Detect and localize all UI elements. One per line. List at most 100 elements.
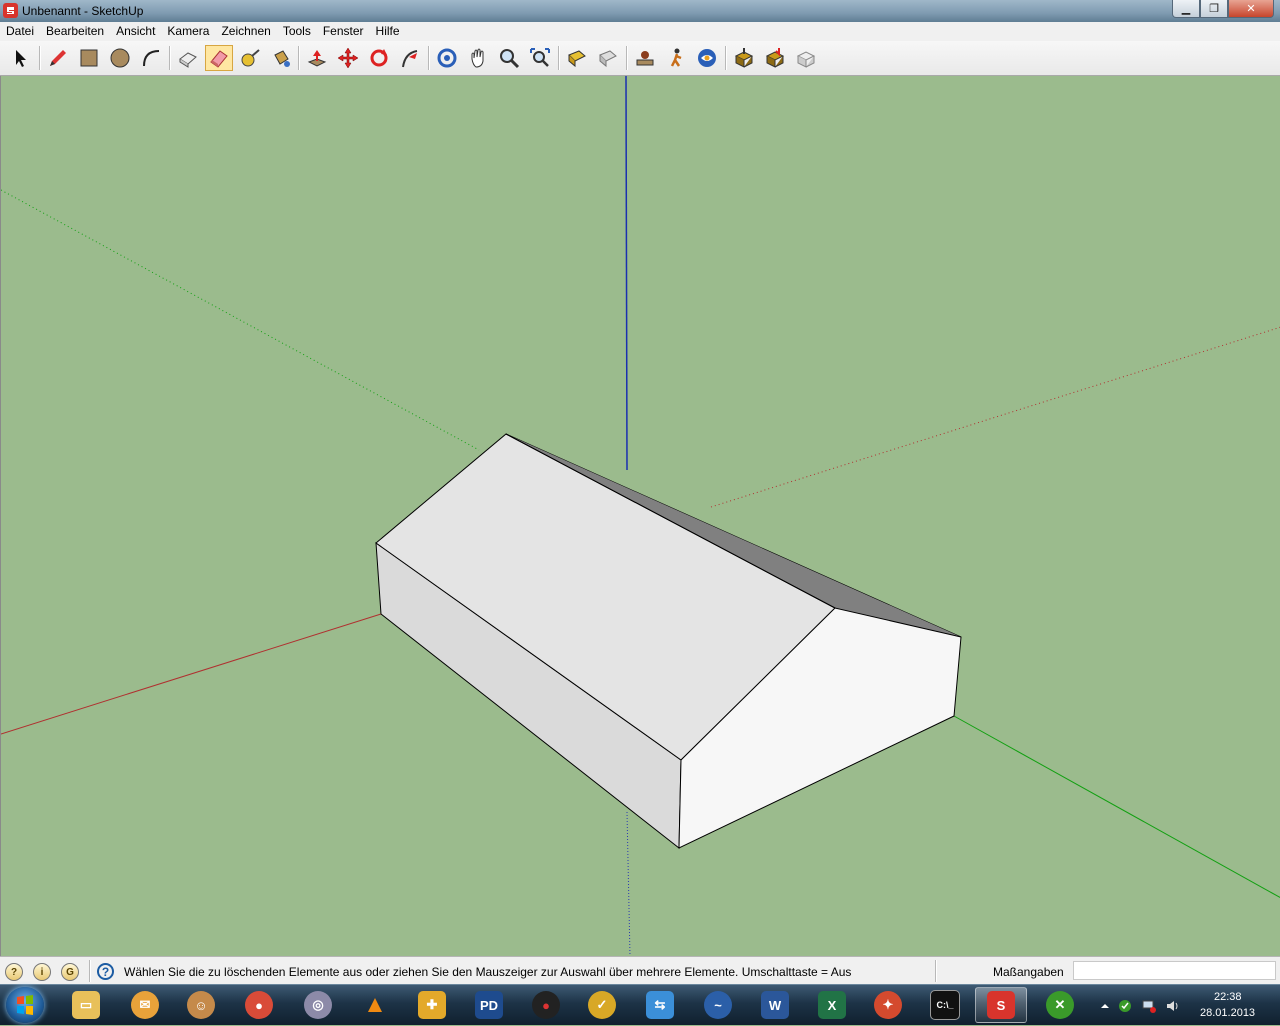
blue-axis-negative: [626, 811, 631, 956]
circle-tool-icon[interactable]: [106, 45, 134, 71]
taskbar-powerdvd[interactable]: PD: [463, 987, 515, 1023]
taskbar-thunderbird[interactable]: ✉: [119, 987, 171, 1023]
instructor-help-icon[interactable]: ?: [97, 963, 114, 980]
taskbar-excel[interactable]: X: [806, 987, 858, 1023]
taskbar-sketchup[interactable]: S: [975, 987, 1027, 1023]
walk-tool-icon[interactable]: [662, 45, 690, 71]
geo-location-icon[interactable]: ?: [5, 963, 23, 981]
rotate-tool-icon[interactable]: [365, 45, 393, 71]
gimp-icon: ☺: [187, 991, 215, 1019]
restore-button[interactable]: ❐: [1200, 0, 1228, 18]
blue-axis: [625, 76, 628, 471]
taskbar-dvd[interactable]: ◎: [292, 987, 344, 1023]
status-bar: ? i G ? Wählen Sie die zu löschenden Ele…: [0, 956, 1280, 985]
pan-tool-icon[interactable]: [464, 45, 492, 71]
eraser-tool-icon[interactable]: [205, 45, 233, 71]
toolbar: [0, 41, 1280, 76]
title-bar: Unbenannt - SketchUp ▁ ❐ ✕: [0, 0, 1280, 23]
status-message: Wählen Sie die zu löschenden Elemente au…: [124, 965, 852, 979]
push-pull-tool-icon[interactable]: [303, 45, 331, 71]
taskbar-vlc[interactable]: ▲: [349, 987, 401, 1023]
move-tool-icon[interactable]: [334, 45, 362, 71]
select-tool-icon[interactable]: [6, 45, 34, 71]
menu-fenster[interactable]: Fenster: [317, 22, 370, 41]
excel-icon: X: [818, 991, 846, 1019]
google-signin-icon[interactable]: G: [61, 963, 79, 981]
fox-icon: ✦: [874, 991, 902, 1019]
puzzle-icon: ✚: [418, 991, 446, 1019]
menu-hilfe[interactable]: Hilfe: [370, 22, 406, 41]
security-icon[interactable]: [1118, 999, 1132, 1013]
position-camera-icon[interactable]: [631, 45, 659, 71]
arc-tool-icon[interactable]: [137, 45, 165, 71]
green-axis-negative: [1, 189, 480, 451]
minimize-button[interactable]: ▁: [1172, 0, 1200, 18]
red-axis-negative: [710, 326, 1280, 508]
measurements-label: Maßangaben: [993, 965, 1064, 979]
menu-bearbeiten[interactable]: Bearbeiten: [40, 22, 110, 41]
zoom-extents-tool-icon[interactable]: [526, 45, 554, 71]
taskbar-chrome[interactable]: ●: [233, 987, 285, 1023]
dvd-icon: ◎: [304, 991, 332, 1019]
next-view-icon[interactable]: [594, 45, 622, 71]
clock-date[interactable]: 28.01.2013: [1200, 1007, 1255, 1019]
taskbar-radio[interactable]: ●: [520, 987, 572, 1023]
look-around-icon[interactable]: [693, 45, 721, 71]
volume-icon[interactable]: [1166, 999, 1180, 1013]
close-button[interactable]: ✕: [1228, 0, 1274, 18]
green-axis: [953, 715, 1280, 899]
menu-zeichnen[interactable]: Zeichnen: [215, 22, 276, 41]
vlc-icon: ▲: [363, 991, 387, 1018]
menu-bar: Datei Bearbeiten Ansicht Kamera Zeichnen…: [0, 22, 1280, 41]
orbit-tool-icon[interactable]: [433, 45, 461, 71]
chrome-icon: ●: [245, 991, 273, 1019]
thunderbird-icon: ✉: [131, 991, 159, 1019]
show-hidden-icons-icon[interactable]: [1098, 999, 1112, 1013]
menu-kamera[interactable]: Kamera: [161, 22, 215, 41]
zoom-tool-icon[interactable]: [495, 45, 523, 71]
menu-ansicht[interactable]: Ansicht: [110, 22, 161, 41]
menu-tools[interactable]: Tools: [277, 22, 317, 41]
measurements-input[interactable]: [1073, 961, 1276, 980]
previous-view-icon[interactable]: [563, 45, 591, 71]
tape-measure-tool-icon[interactable]: [236, 45, 264, 71]
clock-time[interactable]: 22:38: [1214, 991, 1242, 1003]
windows-taskbar: ▭ ✉ ☺ ● ◎ ▲ ✚ PD ● ✓ ⇆ ~ W X ✦ C:\_ S ✕ …: [0, 984, 1280, 1025]
powerdvd-icon: PD: [475, 991, 503, 1019]
cmd-icon: C:\_: [930, 990, 960, 1020]
word-icon: W: [761, 991, 789, 1019]
windows-logo-icon: [17, 995, 33, 1015]
explorer-icon: ▭: [72, 991, 100, 1019]
menu-datei[interactable]: Datei: [0, 22, 40, 41]
get-models-icon[interactable]: [730, 45, 758, 71]
paint-bucket-tool-icon[interactable]: [267, 45, 295, 71]
make-component-icon[interactable]: [174, 45, 202, 71]
start-button[interactable]: [6, 987, 44, 1023]
share-icon: ⇆: [646, 991, 674, 1019]
share-model-icon[interactable]: [761, 45, 789, 71]
rectangle-tool-icon[interactable]: [75, 45, 103, 71]
model-canvas[interactable]: [1, 76, 1280, 956]
sketchup-app-icon: [3, 3, 18, 18]
taskbar-explorer[interactable]: ▭: [60, 987, 112, 1023]
follow-me-tool-icon[interactable]: [396, 45, 424, 71]
taskbar-puzzle[interactable]: ✚: [406, 987, 458, 1023]
norton-icon: ✓: [588, 991, 616, 1019]
taskbar-fox[interactable]: ✦: [862, 987, 914, 1023]
taskbar-word[interactable]: W: [749, 987, 801, 1023]
red-axis: [1, 613, 382, 735]
taskbar-xbox[interactable]: ✕: [1034, 987, 1086, 1023]
system-tray: [1094, 985, 1280, 1025]
taskbar-cmd[interactable]: C:\_: [919, 987, 971, 1023]
taskbar-norton[interactable]: ✓: [576, 987, 628, 1023]
line-pencil-tool-icon[interactable]: [44, 45, 72, 71]
radio-icon: ●: [532, 991, 560, 1019]
credits-icon[interactable]: i: [33, 963, 51, 981]
share-component-icon[interactable]: [792, 45, 820, 71]
taskbar-seamonkey[interactable]: ~: [692, 987, 744, 1023]
window-title: Unbenannt - SketchUp: [22, 4, 144, 18]
modeling-viewport[interactable]: [0, 76, 1280, 956]
taskbar-share[interactable]: ⇆: [634, 987, 686, 1023]
network-icon[interactable]: [1142, 999, 1156, 1013]
taskbar-gimp[interactable]: ☺: [175, 987, 227, 1023]
